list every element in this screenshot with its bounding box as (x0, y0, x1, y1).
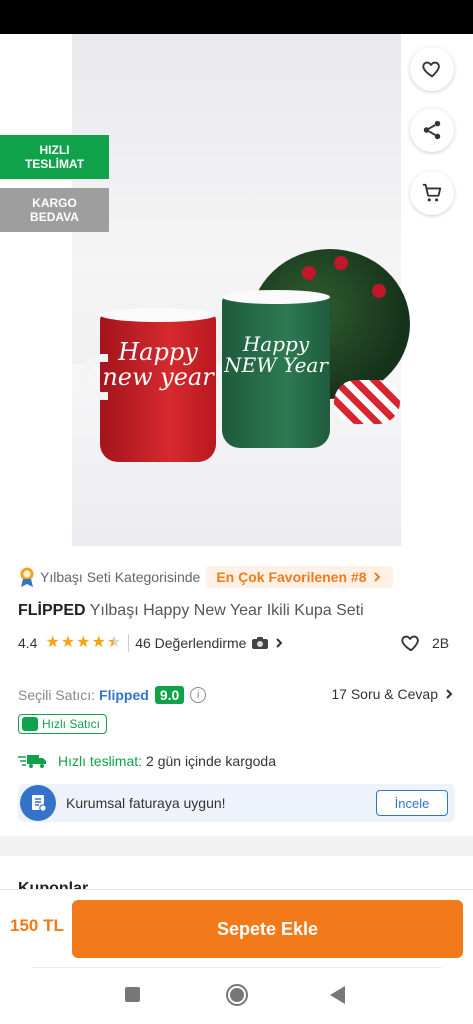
mug-rim (100, 308, 216, 322)
photo-ornament (334, 256, 348, 270)
delivery-label: Hızlı teslimat: (58, 753, 143, 769)
rating-row[interactable]: 4.4 ★ ★ ★ ★ ★ 46 Değerlendirme (18, 633, 285, 653)
rating-stars: ★ ★ ★ ★ ★ (45, 635, 122, 651)
seller-name[interactable]: Flipped (99, 687, 149, 703)
star-full-icon: ★ (60, 634, 76, 651)
delivery-value: 2 gün içinde kargoda (146, 753, 277, 769)
heart-icon (401, 635, 419, 652)
favorite-button[interactable] (410, 47, 454, 91)
bottom-purchase-bar: 150 TL Sepete Ekle (0, 889, 473, 967)
mug-rim (222, 290, 330, 304)
system-back-icon[interactable] (330, 986, 345, 1004)
product-price: 150 TL (10, 916, 64, 935)
favorites-rank-pill[interactable]: En Çok Favorilenen #8 (206, 566, 393, 588)
mug-print-text: Happy new year (102, 338, 214, 392)
category-ranking-row[interactable]: Yılbaşı Seti Kategorisinde En Çok Favori… (18, 566, 393, 588)
free-shipping-badge: KARGO BEDAVA (0, 188, 109, 232)
star-full-icon: ★ (76, 634, 91, 651)
corporate-invoice-banner: Kurumsal faturaya uygun! İncele (18, 784, 455, 822)
divider (32, 967, 441, 968)
seller-label: Seçili Satıcı: (18, 687, 96, 703)
rating-value: 4.4 (18, 635, 38, 651)
invoice-inspect-button[interactable]: İncele (376, 790, 448, 816)
product-image-gallery[interactable]: Happy new year Happy NEW Year HIZLI TESL… (0, 34, 473, 546)
delivery-truck-icon (18, 755, 46, 768)
star-partial-icon: ★ (106, 634, 122, 651)
back-button[interactable] (18, 84, 52, 118)
fast-delivery-badge: HIZLI TESLİMAT (0, 135, 109, 179)
chevron-right-icon (446, 689, 453, 699)
arrow-left-icon (25, 92, 45, 110)
badge-line: KARGO (32, 195, 77, 210)
info-icon[interactable]: i (190, 687, 207, 703)
star-full-icon: ★ (91, 634, 106, 651)
photo-ornament (302, 266, 316, 280)
share-button[interactable] (410, 108, 454, 152)
home-icon[interactable] (226, 984, 248, 1006)
badge-line: BEDAVA (30, 210, 79, 224)
reviews-link[interactable]: 46 Değerlendirme (135, 635, 285, 651)
product-title: FLİPPED Yılbaşı Happy New Year Ikili Kup… (18, 602, 364, 620)
invoice-icon (20, 785, 56, 821)
product-photo: Happy new year Happy NEW Year (72, 34, 410, 546)
photo-candy-cane (334, 380, 400, 424)
photo-ornament (372, 284, 386, 298)
fast-seller-badge: Hızlı Satıcı (18, 714, 108, 734)
seller-row[interactable]: Seçili Satıcı: Flipped 9.0 i (18, 684, 207, 706)
chevron-right-icon (373, 572, 380, 582)
camera-icon (252, 637, 269, 649)
star-full-icon: ★ (45, 634, 60, 651)
favorites-rank-text: En Çok Favorilenen #8 (216, 569, 367, 585)
qa-count: 17 Soru & Cevap (331, 686, 438, 702)
category-label: Yılbaşı Seti Kategorisinde (40, 569, 201, 585)
heart-icon (422, 61, 440, 78)
divider (128, 634, 130, 652)
status-bar (0, 0, 473, 34)
product-brand[interactable]: FLİPPED (18, 602, 86, 619)
fast-seller-text: Hızlı Satıcı (42, 717, 101, 731)
cart-icon (422, 183, 442, 202)
favorite-count[interactable]: 2B (400, 632, 449, 654)
fast-seller-icon (22, 717, 38, 731)
share-icon (423, 120, 441, 140)
cart-button[interactable] (410, 171, 454, 215)
chevron-right-icon (276, 638, 283, 648)
home-icon-dot (230, 988, 244, 1002)
delivery-info-row: Hızlı teslimat: 2 gün içinde kargoda (18, 750, 276, 772)
reviews-count: 46 Değerlendirme (135, 635, 247, 651)
seller-score-badge: 9.0 (154, 686, 185, 704)
system-navigation-bar (0, 967, 473, 1024)
award-icon (20, 567, 34, 587)
add-to-cart-button[interactable]: Sepete Ekle (72, 900, 463, 958)
favorite-count-value: 2B (432, 635, 450, 651)
badge-line: HIZLI (39, 142, 70, 157)
badge-line: TESLİMAT (24, 157, 85, 171)
invoice-text: Kurumsal faturaya uygun! (66, 795, 226, 811)
photo-green-mug: Happy NEW Year (222, 290, 330, 448)
product-name: Yılbaşı Happy New Year Ikili Kupa Seti (89, 602, 364, 619)
mug-print-text: Happy NEW Year (224, 332, 328, 377)
recent-apps-icon[interactable] (125, 987, 140, 1002)
photo-red-mug: Happy new year (80, 308, 216, 462)
questions-answers-link[interactable]: 17 Soru & Cevap (331, 686, 455, 702)
